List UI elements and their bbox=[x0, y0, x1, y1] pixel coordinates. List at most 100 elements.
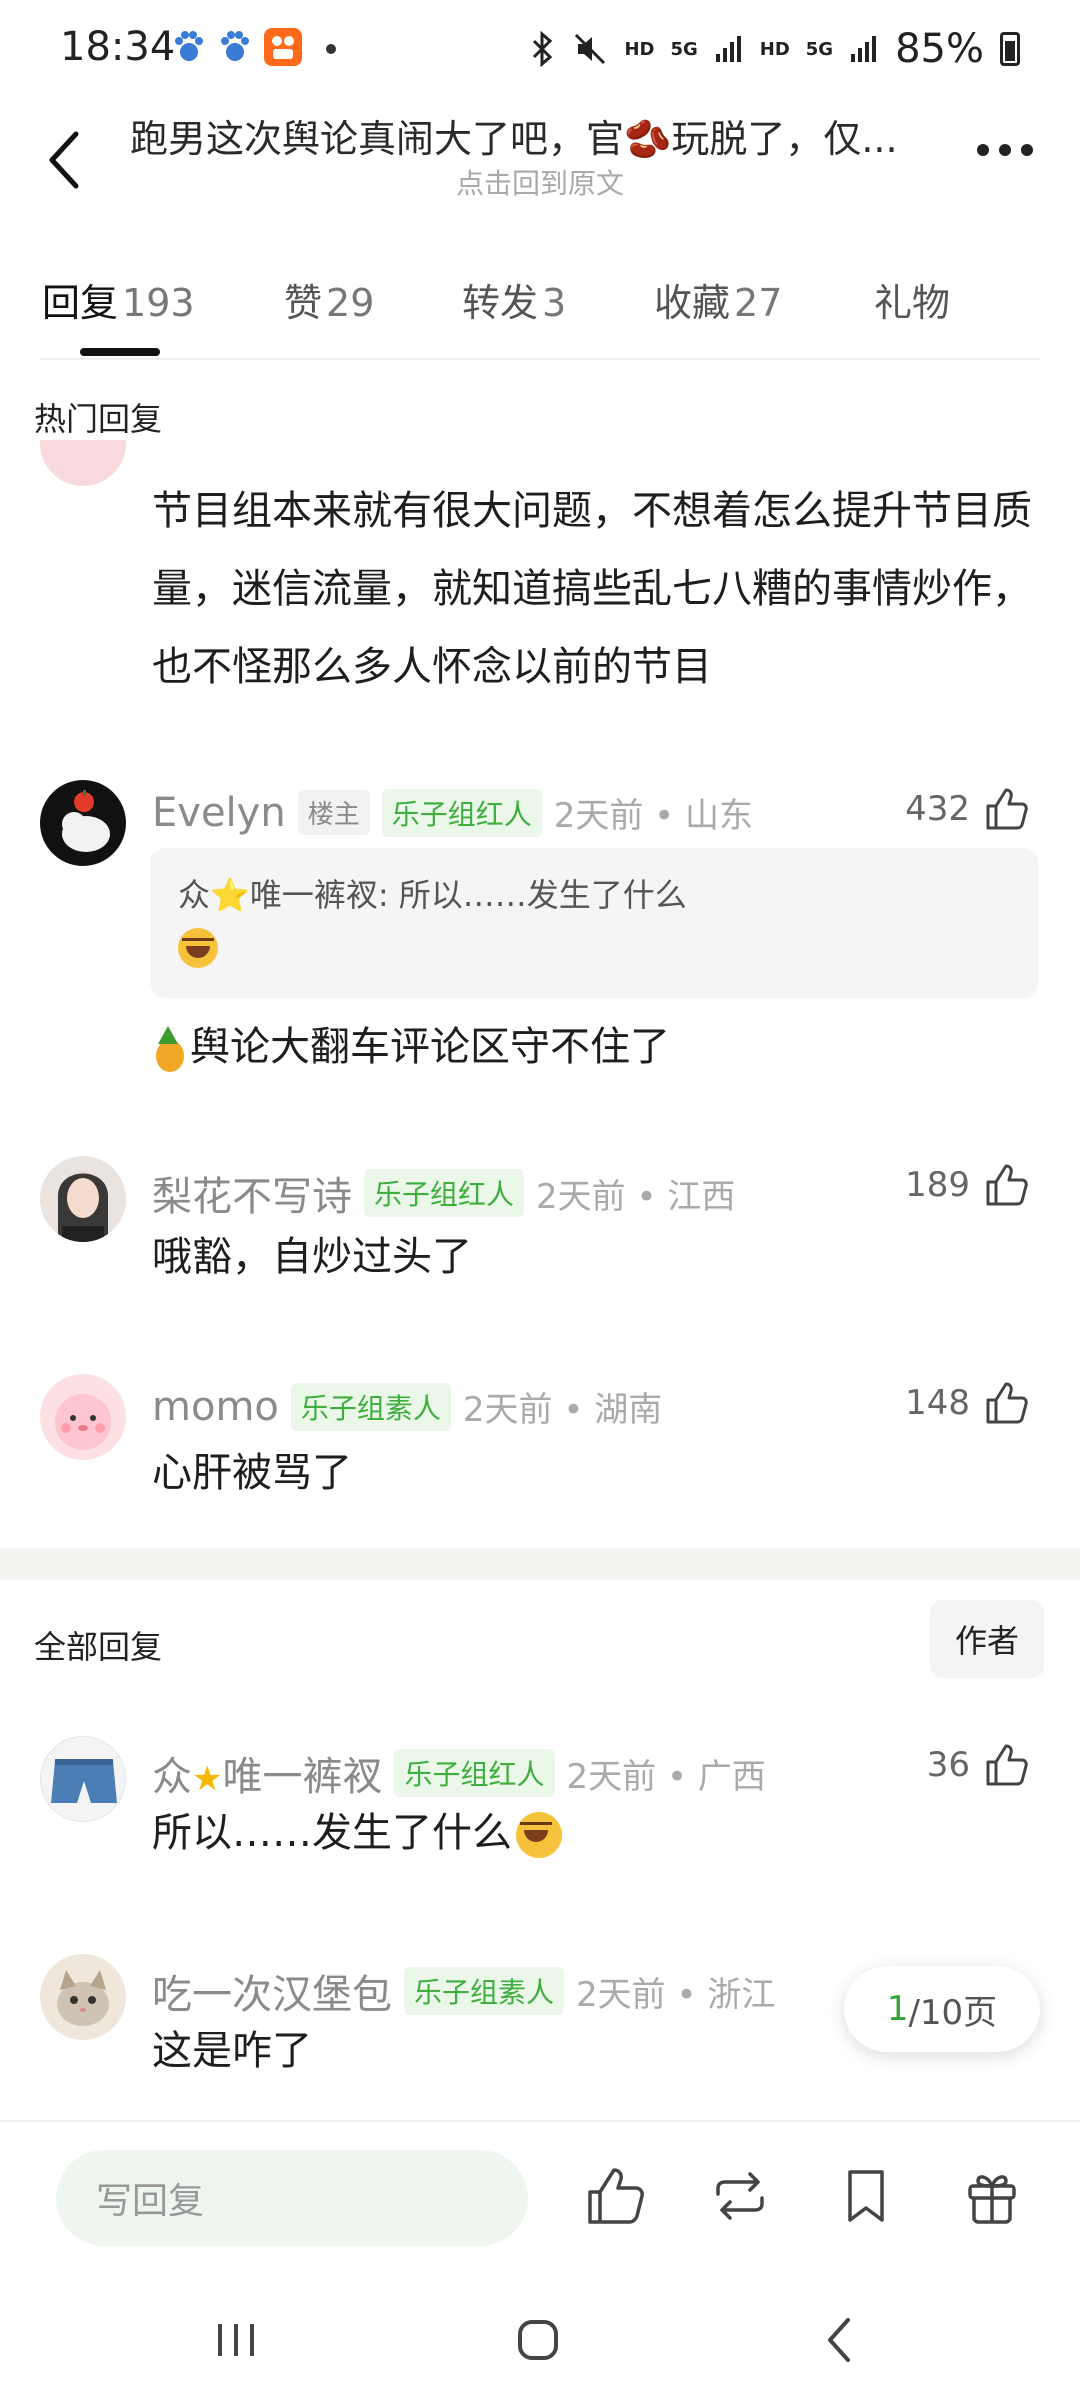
like-button[interactable]: 189 bbox=[905, 1162, 1030, 1208]
time-location: 2天前 • 江西 bbox=[536, 1176, 736, 1217]
baidu-paw-icon bbox=[170, 28, 208, 66]
thumbs-up-icon bbox=[986, 1164, 1028, 1206]
more-dot-icon bbox=[999, 144, 1011, 156]
comment-text-row: 舆论大翻车评论区守不住了 bbox=[148, 1008, 1028, 1086]
time-location: 2天前 • 山东 bbox=[553, 796, 754, 836]
like-button[interactable]: 36 bbox=[927, 1742, 1030, 1788]
tab-likes[interactable]: 赞 29 bbox=[284, 272, 374, 327]
home-icon[interactable] bbox=[508, 2310, 568, 2370]
status-time: 18:34 bbox=[60, 24, 176, 70]
status-bar: 18:34 HD 5G HD 5G 85% bbox=[0, 0, 1080, 100]
partial-avatar bbox=[40, 440, 126, 490]
quote-text: 众⭐唯一裤衩: 所以……发生了什么 bbox=[178, 876, 687, 914]
comment-meta: 梨花不写诗 乐子组红人 2天前 • 江西 bbox=[152, 1164, 735, 1222]
comment-meta: Evelyn 楼主 乐子组红人 2天前 • 山东 bbox=[152, 788, 753, 837]
mute-icon bbox=[575, 33, 606, 65]
video-app-icon bbox=[264, 28, 302, 66]
tab-likes-count: 29 bbox=[326, 281, 375, 325]
section-divider bbox=[0, 1548, 1080, 1580]
comment-text: 舆论大翻车评论区守不住了 bbox=[190, 1024, 670, 1070]
tab-reposts-label: 转发 bbox=[462, 281, 539, 325]
signal-icon-1 bbox=[715, 36, 741, 62]
tab-replies-count: 193 bbox=[122, 281, 195, 325]
comment-text-row: 所以……发生了什么 bbox=[152, 1794, 1032, 1872]
hd-label-2: HD bbox=[759, 38, 790, 60]
like-count: 189 bbox=[905, 1165, 970, 1205]
tab-favorites-count: 27 bbox=[734, 281, 783, 325]
comment-meta: momo 乐子组素人 2天前 • 湖南 bbox=[152, 1382, 662, 1431]
username[interactable]: 梨花不写诗 bbox=[152, 1164, 352, 1222]
tab-favorites[interactable]: 收藏 27 bbox=[654, 272, 782, 327]
more-dot-icon bbox=[977, 144, 989, 156]
post-title[interactable]: 跑男这次舆论真闹大了吧，官🫘玩脱了，仅... bbox=[130, 108, 940, 163]
tab-reposts[interactable]: 转发 3 bbox=[462, 272, 566, 327]
like-count: 36 bbox=[926, 1745, 970, 1785]
avatar[interactable] bbox=[40, 780, 126, 866]
group-badge: 乐子组红人 bbox=[381, 788, 542, 837]
tab-likes-label: 赞 bbox=[284, 281, 323, 325]
owner-badge: 楼主 bbox=[297, 790, 370, 835]
tab-replies[interactable]: 回复 193 bbox=[42, 272, 195, 327]
more-options-button[interactable] bbox=[970, 130, 1040, 170]
signal-icon-2 bbox=[851, 36, 877, 62]
5g-label-1: 5G bbox=[670, 38, 698, 60]
username[interactable]: Evelyn bbox=[152, 790, 286, 836]
thumbs-up-icon bbox=[986, 788, 1028, 830]
current-page: 1 bbox=[886, 1989, 909, 2029]
bluetooth-icon bbox=[533, 31, 553, 67]
group-badge: 乐子组红人 bbox=[394, 1749, 555, 1797]
hd-label-1: HD bbox=[624, 38, 655, 60]
tab-replies-label: 回复 bbox=[42, 281, 119, 325]
5g-label-2: 5G bbox=[805, 38, 834, 60]
like-count: 148 bbox=[905, 1383, 970, 1423]
recent-apps-icon[interactable] bbox=[206, 2310, 266, 2370]
pagination-button[interactable]: 1/10页 bbox=[844, 1966, 1040, 2052]
battery-percent: 85% bbox=[895, 26, 984, 72]
star-icon: ★ bbox=[192, 1759, 223, 1799]
all-replies-heading: 全部回复 bbox=[34, 1628, 163, 1666]
group-badge: 乐子组素人 bbox=[404, 1967, 565, 2015]
like-button[interactable]: 148 bbox=[905, 1380, 1030, 1426]
tab-reposts-count: 3 bbox=[542, 281, 567, 325]
reply-input[interactable]: 写回复 bbox=[56, 2150, 528, 2246]
time-location: 2天前 • 湖南 bbox=[462, 1390, 663, 1430]
comment-text: 哦豁，自炒过头了 bbox=[152, 1234, 472, 1280]
group-badge: 乐子组红人 bbox=[364, 1169, 525, 1217]
username[interactable]: momo bbox=[152, 1384, 279, 1430]
active-tab-indicator bbox=[80, 348, 160, 356]
time-location: 2天前 • 广西 bbox=[566, 1756, 766, 1797]
back-to-original-link[interactable]: 点击回到原文 bbox=[0, 162, 1080, 202]
bookmark-icon[interactable] bbox=[834, 2164, 898, 2228]
group-badge: 乐子组素人 bbox=[290, 1382, 451, 1431]
avatar[interactable] bbox=[40, 1954, 126, 2040]
time-location: 2天前 • 浙江 bbox=[576, 1974, 776, 2015]
tab-bar: 回复 193 赞 29 转发 3 收藏 27 礼物 bbox=[40, 260, 1040, 360]
notification-dot-icon bbox=[326, 44, 336, 54]
tab-favorites-label: 收藏 bbox=[654, 281, 731, 325]
more-dot-icon bbox=[1021, 144, 1033, 156]
bottom-action-bar: 写回复 bbox=[0, 2120, 1080, 2270]
comment-text: 所以……发生了什么 bbox=[152, 1810, 512, 1856]
repost-icon[interactable] bbox=[708, 2164, 772, 2228]
status-right: HD 5G HD 5G 85% bbox=[528, 26, 1020, 72]
baidu-paw-icon-2 bbox=[216, 28, 254, 66]
avatar[interactable] bbox=[40, 1736, 126, 1822]
like-count: 432 bbox=[905, 789, 970, 829]
system-back-icon[interactable] bbox=[810, 2310, 870, 2370]
like-post-icon[interactable] bbox=[584, 2164, 648, 2228]
hot-replies-heading: 热门回复 bbox=[34, 400, 163, 438]
system-nav-bar bbox=[0, 2270, 1080, 2400]
comment-text: 心肝被骂了 bbox=[152, 1450, 352, 1496]
avatar[interactable] bbox=[40, 1374, 126, 1460]
battery-icon bbox=[1000, 32, 1020, 66]
tab-gifts[interactable]: 礼物 bbox=[874, 272, 950, 327]
thumbs-up-icon bbox=[986, 1744, 1028, 1786]
post-header: 跑男这次舆论真闹大了吧，官🫘玩脱了，仅... 点击回到原文 bbox=[0, 100, 1080, 220]
total-pages: /10页 bbox=[908, 1992, 998, 2033]
author-filter-button[interactable]: 作者 bbox=[930, 1600, 1044, 1678]
quoted-reply[interactable]: 众⭐唯一裤衩: 所以……发生了什么 bbox=[150, 848, 1038, 998]
avatar[interactable] bbox=[40, 1156, 126, 1242]
tab-gifts-label: 礼物 bbox=[874, 281, 951, 325]
like-button[interactable]: 432 bbox=[905, 786, 1030, 832]
gift-icon[interactable] bbox=[960, 2164, 1024, 2228]
